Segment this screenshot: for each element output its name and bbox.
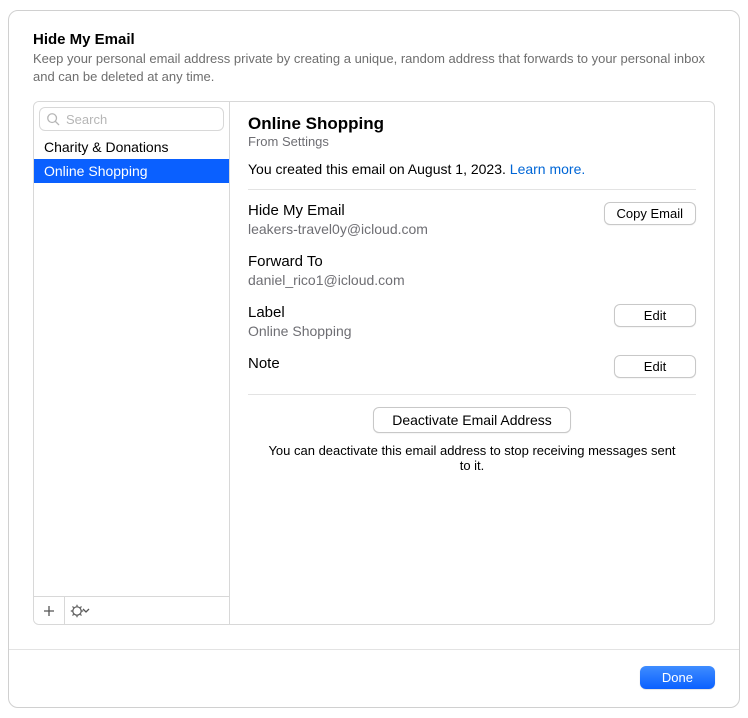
hide-my-email-window: Hide My Email Keep your personal email a…	[8, 10, 740, 708]
page-title: Hide My Email	[33, 31, 715, 48]
footer: Done	[9, 649, 739, 707]
hide-my-email-section: Hide My Email leakers-travel0y@icloud.co…	[248, 202, 696, 237]
label-section: Label Online Shopping Edit	[248, 304, 696, 339]
sidebar-list: Charity & Donations Online Shopping	[34, 135, 229, 596]
content-pane: Charity & Donations Online Shopping	[33, 101, 715, 625]
sidebar-item-online-shopping[interactable]: Online Shopping	[34, 159, 229, 183]
search-field[interactable]	[39, 107, 224, 131]
copy-email-button[interactable]: Copy Email	[604, 202, 696, 225]
sidebar: Charity & Donations Online Shopping	[34, 102, 230, 624]
edit-note-button[interactable]: Edit	[614, 355, 696, 378]
forward-to-section: Forward To daniel_rico1@icloud.com	[248, 253, 696, 288]
gear-chevron-icon	[70, 604, 90, 618]
label-label: Label	[248, 304, 352, 321]
hide-my-email-label: Hide My Email	[248, 202, 428, 219]
separator	[248, 189, 696, 190]
learn-more-link[interactable]: Learn more.	[510, 161, 585, 177]
created-date: You created this email on August 1, 2023…	[248, 161, 510, 177]
forward-to-value: daniel_rico1@icloud.com	[248, 272, 405, 288]
detail-subtitle: From Settings	[248, 134, 696, 149]
deactivate-section: Deactivate Email Address You can deactiv…	[248, 407, 696, 473]
note-label: Note	[248, 355, 280, 372]
page-description: Keep your personal email address private…	[33, 50, 715, 85]
detail-pane: Online Shopping From Settings You create…	[230, 102, 714, 624]
sidebar-toolbar	[34, 596, 229, 624]
plus-icon	[43, 605, 55, 617]
hide-my-email-value: leakers-travel0y@icloud.com	[248, 221, 428, 237]
created-text: You created this email on August 1, 2023…	[248, 161, 696, 177]
edit-label-button[interactable]: Edit	[614, 304, 696, 327]
add-button[interactable]	[34, 597, 64, 624]
search-input[interactable]	[64, 111, 217, 128]
done-button[interactable]: Done	[640, 666, 715, 689]
label-value: Online Shopping	[248, 323, 352, 339]
deactivate-button[interactable]: Deactivate Email Address	[373, 407, 571, 433]
forward-to-label: Forward To	[248, 253, 405, 270]
sidebar-item-charity-donations[interactable]: Charity & Donations	[34, 135, 229, 159]
deactivate-description: You can deactivate this email address to…	[268, 443, 676, 473]
separator	[248, 394, 696, 395]
sidebar-item-label: Online Shopping	[44, 163, 148, 179]
header: Hide My Email Keep your personal email a…	[9, 11, 739, 93]
sidebar-item-label: Charity & Donations	[44, 139, 169, 155]
detail-title: Online Shopping	[248, 114, 696, 134]
actions-menu-button[interactable]	[65, 597, 95, 624]
search-icon	[46, 112, 60, 126]
note-section: Note Edit	[248, 355, 696, 378]
